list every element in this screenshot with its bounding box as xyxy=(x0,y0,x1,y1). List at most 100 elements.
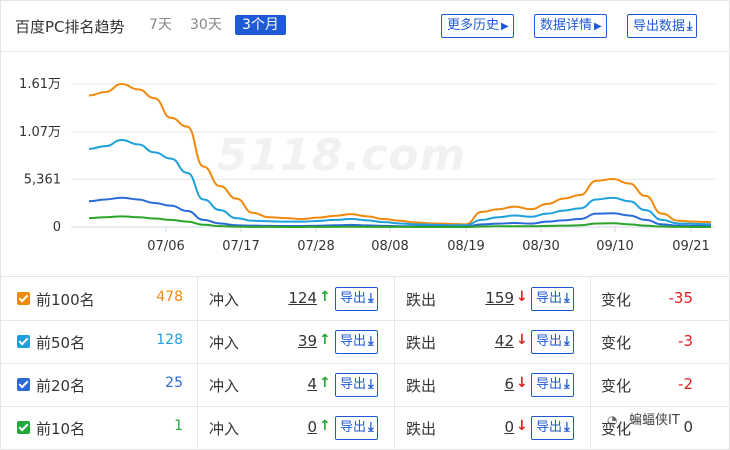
more-history-label: 更多历史 xyxy=(447,18,500,33)
drop-out-label: 跌出 xyxy=(406,291,437,309)
column-divider xyxy=(394,320,395,363)
export-drop-out-button[interactable]: 导出 ⤓ xyxy=(531,416,574,440)
column-divider xyxy=(197,406,198,449)
rank-label: 前20名 xyxy=(36,377,86,395)
series-checkbox[interactable] xyxy=(17,292,30,305)
rank-label: 前100名 xyxy=(36,291,95,309)
change-value: -3 xyxy=(678,332,693,350)
arrow-down-icon: ↓ xyxy=(516,375,528,391)
export-drop-out-button[interactable]: 导出 ⤓ xyxy=(531,330,574,354)
wechat-watermark: ◔ 蝙蝠侠IT xyxy=(607,409,680,428)
download-icon: ⤓ xyxy=(564,420,570,435)
series-line xyxy=(88,138,712,227)
rush-in-label: 冲入 xyxy=(209,291,240,309)
stats-row: 前50名 128 冲入 39 ↑ 导出 ⤓ 跌出 42 ↓ 导出 ⤓ 变化 -3 xyxy=(1,320,729,364)
export-drop-out-button[interactable]: 导出 ⤓ xyxy=(531,287,574,311)
export-label: 导出 xyxy=(340,334,367,349)
column-divider xyxy=(394,363,395,406)
arrow-down-icon: ↓ xyxy=(516,332,528,348)
x-tick-label: 07/17 xyxy=(222,239,259,254)
change-value: -2 xyxy=(678,375,693,393)
rush-in-label: 冲入 xyxy=(209,377,240,395)
column-divider xyxy=(197,363,198,406)
rush-in-label: 冲入 xyxy=(209,420,240,438)
arrow-up-icon: ↑ xyxy=(319,289,331,305)
wechat-icon: ◔ xyxy=(607,413,618,427)
data-detail-label: 数据详情 xyxy=(540,18,593,33)
stats-row: 前100名 478 冲入 124 ↑ 导出 ⤓ 跌出 159 ↓ 导出 ⤓ 变化 -… xyxy=(1,277,729,321)
drop-out-value[interactable]: 0 xyxy=(470,418,514,436)
change-label: 变化 xyxy=(601,377,632,395)
download-icon: ⤓ xyxy=(564,377,570,392)
drop-out-value[interactable]: 6 xyxy=(470,375,514,393)
column-divider xyxy=(590,277,591,320)
download-icon: ⤓ xyxy=(564,334,570,349)
export-rush-in-button[interactable]: 导出 ⤓ xyxy=(335,287,378,311)
download-icon: ⤓ xyxy=(687,19,693,33)
series-line xyxy=(88,82,712,226)
arrow-down-icon: ↓ xyxy=(516,289,528,305)
arrow-down-icon: ↓ xyxy=(516,418,528,434)
rush-in-value[interactable]: 124 xyxy=(273,289,317,307)
export-label: 导出 xyxy=(536,334,563,349)
wechat-label: 蝙蝠侠IT xyxy=(629,413,680,428)
column-divider xyxy=(590,320,591,363)
y-tick-label: 5,361 xyxy=(24,172,61,187)
arrow-up-icon: ↑ xyxy=(319,332,331,348)
y-tick-label: 0 xyxy=(53,220,61,235)
change-value: -35 xyxy=(668,289,694,307)
rank-count: 478 xyxy=(156,289,183,305)
rank-label: 前50名 xyxy=(36,334,86,352)
y-tick-label: 1.07万 xyxy=(19,125,61,140)
export-data-button[interactable]: 导出数据 ⤓ xyxy=(627,14,698,38)
drop-out-label: 跌出 xyxy=(406,377,437,395)
export-rush-in-button[interactable]: 导出 ⤓ xyxy=(335,330,378,354)
range-30d-tab[interactable]: 30天 xyxy=(190,15,222,35)
x-tick-label: 08/30 xyxy=(522,239,559,254)
range-7d-tab[interactable]: 7天 xyxy=(149,15,172,35)
data-detail-button[interactable]: 数据详情 ▶ xyxy=(534,14,607,38)
column-divider xyxy=(394,406,395,449)
caret-right-icon: ▶ xyxy=(594,21,602,32)
export-rush-in-button[interactable]: 导出 ⤓ xyxy=(335,416,378,440)
arrow-up-icon: ↑ xyxy=(319,418,331,434)
trend-chart: 5118.com 0 5,361 1.07万 1.61万 07/06 07/17 07/28… xyxy=(1,52,729,262)
export-label: 导出 xyxy=(340,420,367,435)
rank-count: 1 xyxy=(174,418,183,434)
column-divider xyxy=(197,320,198,363)
export-label: 导出 xyxy=(340,291,367,306)
x-tick-label: 08/19 xyxy=(447,239,484,254)
column-divider xyxy=(197,277,198,320)
arrow-up-icon: ↑ xyxy=(319,375,331,391)
range-3m-tab[interactable]: 3个月 xyxy=(235,15,286,35)
drop-out-value[interactable]: 159 xyxy=(470,289,514,307)
download-icon: ⤓ xyxy=(368,377,374,392)
drop-out-value[interactable]: 42 xyxy=(470,332,514,350)
change-label: 变化 xyxy=(601,291,632,309)
export-label: 导出 xyxy=(536,420,563,435)
export-label: 导出 xyxy=(536,291,563,306)
rank-trend-panel: 百度PC排名趋势 7天 30天 3个月 更多历史 ▶ 数据详情 ▶ 导出数据 ⤓ 51… xyxy=(0,0,730,450)
rush-in-value[interactable]: 4 xyxy=(273,375,317,393)
export-label: 导出 xyxy=(536,377,563,392)
column-divider xyxy=(394,277,395,320)
export-drop-out-button[interactable]: 导出 ⤓ xyxy=(531,373,574,397)
series-checkbox[interactable] xyxy=(17,421,30,434)
export-rush-in-button[interactable]: 导出 ⤓ xyxy=(335,373,378,397)
more-history-button[interactable]: 更多历史 ▶ xyxy=(441,14,514,38)
x-tick-label: 07/06 xyxy=(147,239,184,254)
panel-title: 百度PC排名趋势 xyxy=(15,18,125,36)
x-tick-label: 08/08 xyxy=(371,239,408,254)
change-label: 变化 xyxy=(601,334,632,352)
x-tick-label: 09/10 xyxy=(596,239,633,254)
y-tick-label: 1.61万 xyxy=(19,77,61,92)
panel-header: 百度PC排名趋势 7天 30天 3个月 更多历史 ▶ 数据详情 ▶ 导出数据 ⤓ xyxy=(1,1,729,52)
x-tick-label: 07/28 xyxy=(297,239,334,254)
series-checkbox[interactable] xyxy=(17,378,30,391)
rush-in-value[interactable]: 39 xyxy=(273,332,317,350)
rush-in-value[interactable]: 0 xyxy=(273,418,317,436)
rank-label: 前10名 xyxy=(36,420,86,438)
series-checkbox[interactable] xyxy=(17,335,30,348)
column-divider xyxy=(590,363,591,406)
drop-out-label: 跌出 xyxy=(406,420,437,438)
